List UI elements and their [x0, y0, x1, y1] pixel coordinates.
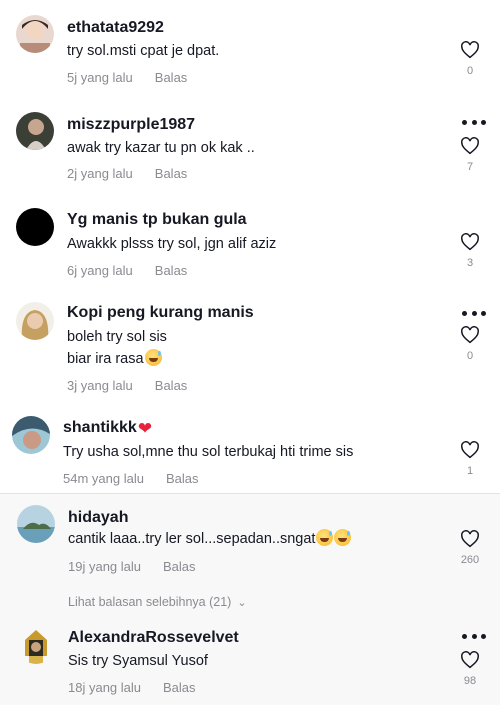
- grinning-sweat-emoji-icon: [144, 349, 162, 366]
- like-count: 7: [466, 161, 474, 173]
- timestamp: 2j yang lalu: [67, 166, 133, 181]
- grinning-sweat-emoji-icon: [316, 529, 334, 546]
- comment-text-part: cantik laaa..try ler sol...sepadan..snga…: [68, 531, 316, 547]
- comment-text: boleh try sol sis: [67, 329, 167, 345]
- username[interactable]: ethatata9292: [67, 19, 164, 37]
- username[interactable]: hidayah: [68, 509, 128, 527]
- avatar[interactable]: [16, 208, 54, 246]
- heart-icon: [461, 41, 479, 59]
- view-more-replies-button[interactable]: Lihat balasan selebihnya (21) ⌄: [68, 595, 247, 609]
- like-button[interactable]: 7: [450, 137, 490, 173]
- comment-text-part: biar ira rasa: [67, 351, 144, 367]
- reply-button[interactable]: Balas: [155, 263, 188, 278]
- like-button[interactable]: 0: [450, 41, 490, 77]
- red-heart-emoji-icon: ❤: [137, 419, 153, 438]
- timestamp: 19j yang lalu: [68, 559, 141, 574]
- like-count: 3: [466, 257, 474, 269]
- avatar[interactable]: [12, 416, 50, 454]
- timestamp: 5j yang lalu: [67, 70, 133, 85]
- username[interactable]: AlexandraRossevelvet: [68, 629, 239, 647]
- like-button[interactable]: 98: [450, 651, 490, 687]
- avatar[interactable]: [16, 302, 54, 340]
- comment-text: Sis try Syamsul Yusof: [68, 653, 208, 669]
- avatar[interactable]: [16, 112, 54, 150]
- comment-meta: 19j yang lalu Balas: [68, 559, 196, 574]
- reply-button[interactable]: Balas: [163, 680, 196, 695]
- reply-button[interactable]: Balas: [163, 559, 196, 574]
- heart-icon: [461, 651, 479, 669]
- avatar[interactable]: [17, 626, 55, 664]
- username[interactable]: Yg manis tp bukan gula: [67, 211, 247, 229]
- timestamp: 6j yang lalu: [67, 263, 133, 278]
- avatar[interactable]: [16, 15, 54, 53]
- heart-icon: [461, 530, 479, 548]
- comment-text: awak try kazar tu pn ok kak ..: [67, 140, 255, 156]
- chevron-down-icon: ⌄: [237, 597, 247, 609]
- like-count: 0: [466, 65, 474, 77]
- heart-icon: [461, 326, 479, 344]
- like-count: 260: [460, 554, 480, 566]
- like-button[interactable]: 0: [450, 326, 490, 362]
- comment-meta: 3j yang lalu Balas: [67, 378, 187, 393]
- grinning-sweat-emoji-icon: [334, 529, 352, 546]
- more-options-icon[interactable]: [462, 634, 486, 640]
- like-count: 98: [463, 675, 477, 687]
- like-button[interactable]: 260: [450, 530, 490, 566]
- like-count: 0: [466, 350, 474, 362]
- reply-button[interactable]: Balas: [155, 378, 188, 393]
- more-options-icon[interactable]: [462, 120, 486, 126]
- comment-meta: 2j yang lalu Balas: [67, 166, 187, 181]
- username[interactable]: shantikkk: [63, 419, 137, 436]
- comment-text: try sol.msti cpat je dpat.: [67, 43, 220, 59]
- comment-meta: 5j yang lalu Balas: [67, 70, 187, 85]
- comment-text: Try usha sol,mne thu sol terbukaj hti tr…: [63, 444, 354, 460]
- username[interactable]: miszzpurple1987: [67, 116, 195, 134]
- avatar[interactable]: [17, 505, 55, 543]
- like-count: 1: [466, 465, 474, 477]
- username-row: shantikkk❤: [63, 419, 152, 439]
- comment-text-line: cantik laaa..try ler sol...sepadan..snga…: [68, 528, 352, 550]
- reply-button[interactable]: Balas: [155, 70, 188, 85]
- like-button[interactable]: 3: [450, 233, 490, 269]
- comment-meta: 18j yang lalu Balas: [68, 680, 196, 695]
- more-options-icon[interactable]: [462, 311, 486, 317]
- reply-button[interactable]: Balas: [155, 166, 188, 181]
- comment-text-line: biar ira rasa: [67, 348, 162, 370]
- timestamp: 3j yang lalu: [67, 378, 133, 393]
- comment-text: Awakkk plsss try sol, jgn alif aziz: [67, 236, 277, 252]
- comment-meta: 54m yang lalu Balas: [63, 471, 198, 486]
- comment-meta: 6j yang lalu Balas: [67, 263, 187, 278]
- reply-button[interactable]: Balas: [166, 471, 199, 486]
- heart-icon: [461, 441, 479, 459]
- view-more-replies-label: Lihat balasan selebihnya (21): [68, 595, 232, 609]
- heart-icon: [461, 137, 479, 155]
- heart-icon: [461, 233, 479, 251]
- username[interactable]: Kopi peng kurang manis: [67, 304, 254, 322]
- timestamp: 54m yang lalu: [63, 471, 144, 486]
- like-button[interactable]: 1: [450, 441, 490, 477]
- timestamp: 18j yang lalu: [68, 680, 141, 695]
